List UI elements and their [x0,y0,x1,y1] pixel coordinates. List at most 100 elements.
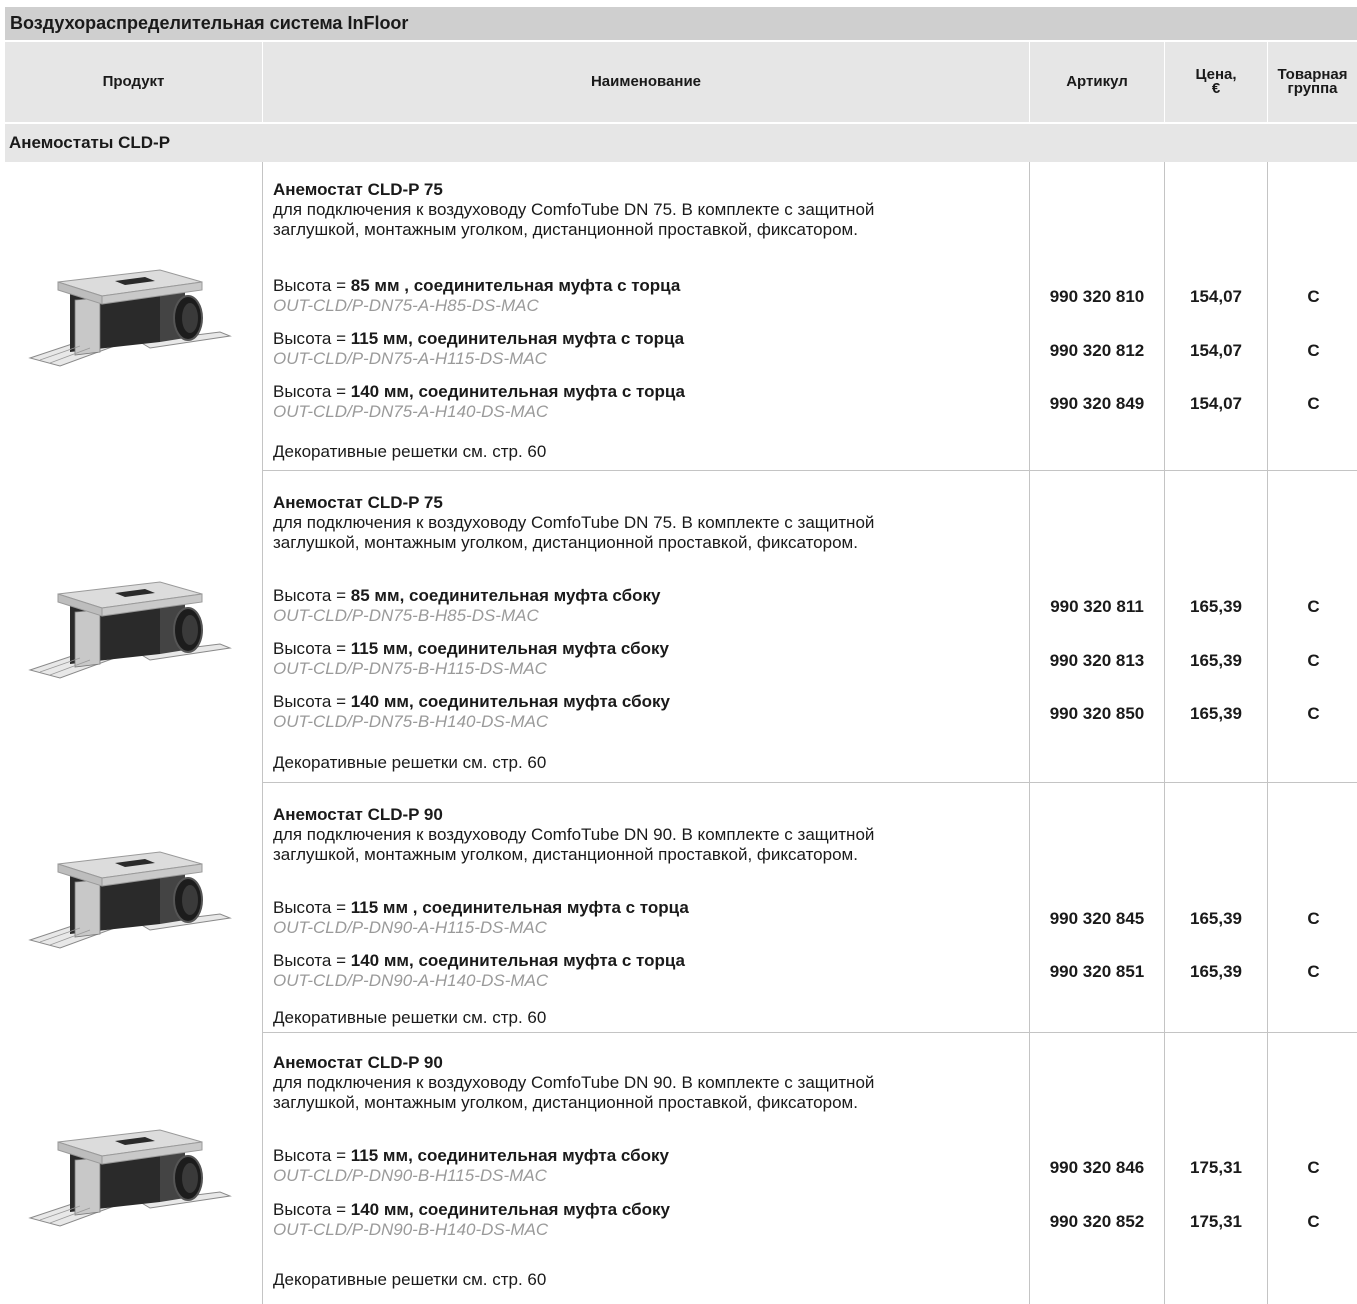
variant-height: 85 мм [350,586,400,605]
product-description-line2: заглушкой, монтажным уголком, дистанцион… [273,1093,858,1112]
article-number: 990 320 812 [1049,341,1145,360]
product-group: C [1307,1212,1320,1231]
price: 154,07 [1190,287,1242,306]
product-group: C [1307,597,1320,616]
variant-height: 115 мм [350,639,409,658]
variant-code: OUT-CLD/P-DN75-B-H85-DS-MAC [273,606,539,625]
price: 165,39 [1190,597,1242,616]
price: 175,31 [1190,1212,1242,1231]
product-group: C [1307,287,1320,306]
variant-row: Высота = 115 мм, соединительная муфта сб… [273,639,1013,679]
variant-connection: , соединительная муфта сбоку [408,1146,669,1165]
variant-row: Высота = 140 мм, соединительная муфта с … [273,951,1013,991]
variant-code: OUT-CLD/P-DN75-A-H140-DS-MAC [273,402,549,421]
variant-code: OUT-CLD/P-DN75-B-H140-DS-MAC [273,712,549,731]
price: 165,39 [1190,651,1242,670]
variant-row: Высота = 115 мм, соединительная муфта с … [273,329,1013,369]
price: 165,39 [1190,909,1242,928]
article-number: 990 320 813 [1049,651,1145,670]
variant-prefix: Высота = [273,382,351,401]
anemostat-image [29,581,231,679]
article-number: 990 320 850 [1049,704,1145,723]
variant-code: OUT-CLD/P-DN90-B-H140-DS-MAC [273,1220,549,1239]
grilles-note: Декоративные решетки см. стр. 60 [273,442,547,461]
variant-code: OUT-CLD/P-DN75-B-H115-DS-MAC [273,659,547,678]
product-description-line2: заглушкой, монтажным уголком, дистанцион… [273,533,858,552]
table-title: Воздухораспределительная система InFloor [5,7,1357,40]
variant-prefix: Высота = [273,898,351,917]
product-group: C [1307,704,1320,723]
product-title: Анемостат CLD-P 75 [273,493,443,512]
column-header-price: Цена, € [1165,42,1267,122]
article-number: 990 320 845 [1049,909,1145,928]
product-name: Анемостат CLD-P 90 для подключения к воз… [273,1053,1013,1113]
variant-connection: , соединительная муфта сбоку [399,586,661,605]
grilles-note: Декоративные решетки см. стр. 60 [273,1008,547,1027]
variant-row: Высота = 85 мм , соединительная муфта с … [273,276,1013,316]
variant-height: 140 мм [350,951,410,970]
anemostat-image [29,851,231,949]
product-description-line1: для подключения к воздуховоду ComfoTube … [273,200,875,219]
variant-row: Высота = 140 мм, соединительная муфта сб… [273,692,1013,732]
column-header-article: Артикул [1066,73,1128,90]
variant-height: 115 мм [350,1146,409,1165]
grilles-note: Декоративные решетки см. стр. 60 [273,753,547,772]
section-title: Анемостаты CLD-P [5,124,1357,162]
variant-prefix: Высота = [273,1146,351,1165]
product-name: Анемостат CLD-P 75 для подключения к воз… [273,180,1013,240]
variant-prefix: Высота = [273,951,351,970]
column-header-group: Товарная группа [1268,42,1357,122]
article-number: 990 320 851 [1049,962,1145,981]
product-description-line1: для подключения к воздуховоду ComfoTube … [273,825,875,844]
variant-prefix: Высота = [273,639,351,658]
article-number: 990 320 810 [1049,287,1145,306]
product-description-line2: заглушкой, монтажным уголком, дистанцион… [273,845,858,864]
variant-connection: , соединительная муфта сбоку [409,1200,670,1219]
price: 175,31 [1190,1158,1242,1177]
article-number: 990 320 846 [1049,1158,1145,1177]
product-title: Анемостат CLD-P 90 [273,805,443,824]
product-group: C [1307,909,1320,928]
variant-connection: , соединительная муфта с торца [399,276,681,295]
column-header-name: Наименование [590,73,702,90]
variant-height: 85 мм [350,276,400,295]
variant-code: OUT-CLD/P-DN90-B-H115-DS-MAC [273,1166,547,1185]
variant-height: 140 мм [350,692,410,711]
variant-prefix: Высота = [273,276,351,295]
price: 165,39 [1190,704,1242,723]
grilles-note: Декоративные решетки см. стр. 60 [273,1270,547,1289]
variant-prefix: Высота = [273,329,351,348]
variant-height: 140 мм [350,382,410,401]
product-name: Анемостат CLD-P 90 для подключения к воз… [273,805,1013,865]
variant-connection: , соединительная муфта с торца [409,382,686,401]
variant-prefix: Высота = [273,692,351,711]
variant-code: OUT-CLD/P-DN90-A-H115-DS-MAC [273,918,547,937]
product-name: Анемостат CLD-P 75 для подключения к воз… [273,493,1013,553]
price: 154,07 [1190,394,1242,413]
price: 165,39 [1190,962,1242,981]
variant-row: Высота = 140 мм, соединительная муфта сб… [273,1200,1013,1240]
product-description-line1: для подключения к воздуховоду ComfoTube … [273,513,875,532]
variant-row: Высота = 140 мм, соединительная муфта с … [273,382,1013,422]
product-description-line1: для подключения к воздуховоду ComfoTube … [273,1073,875,1092]
column-header-group-line2: группа [1287,80,1338,97]
product-group: C [1307,394,1320,413]
article-number: 990 320 849 [1049,394,1145,413]
column-header-price-line2: € [1211,80,1221,97]
variant-code: OUT-CLD/P-DN90-A-H140-DS-MAC [273,971,549,990]
variant-code: OUT-CLD/P-DN75-A-H115-DS-MAC [273,349,547,368]
variant-connection: , соединительная муфта сбоку [409,692,670,711]
variant-connection: , соединительная муфта с торца [408,329,685,348]
column-header-product: Продукт [102,73,165,90]
variant-connection: , соединительная муфта с торца [408,898,689,917]
product-group: C [1307,651,1320,670]
variant-height: 140 мм [350,1200,410,1219]
product-group: C [1307,341,1320,360]
variant-connection: , соединительная муфта с торца [409,951,686,970]
variant-height: 115 мм [350,898,409,917]
price: 154,07 [1190,341,1242,360]
variant-connection: , соединительная муфта сбоку [408,639,669,658]
variant-row: Высота = 115 мм , соединительная муфта с… [273,898,1013,938]
variant-row: Высота = 85 мм, соединительная муфта сбо… [273,586,1013,626]
table-header: Продукт Наименование Артикул Цена, € Тов… [5,42,1357,122]
